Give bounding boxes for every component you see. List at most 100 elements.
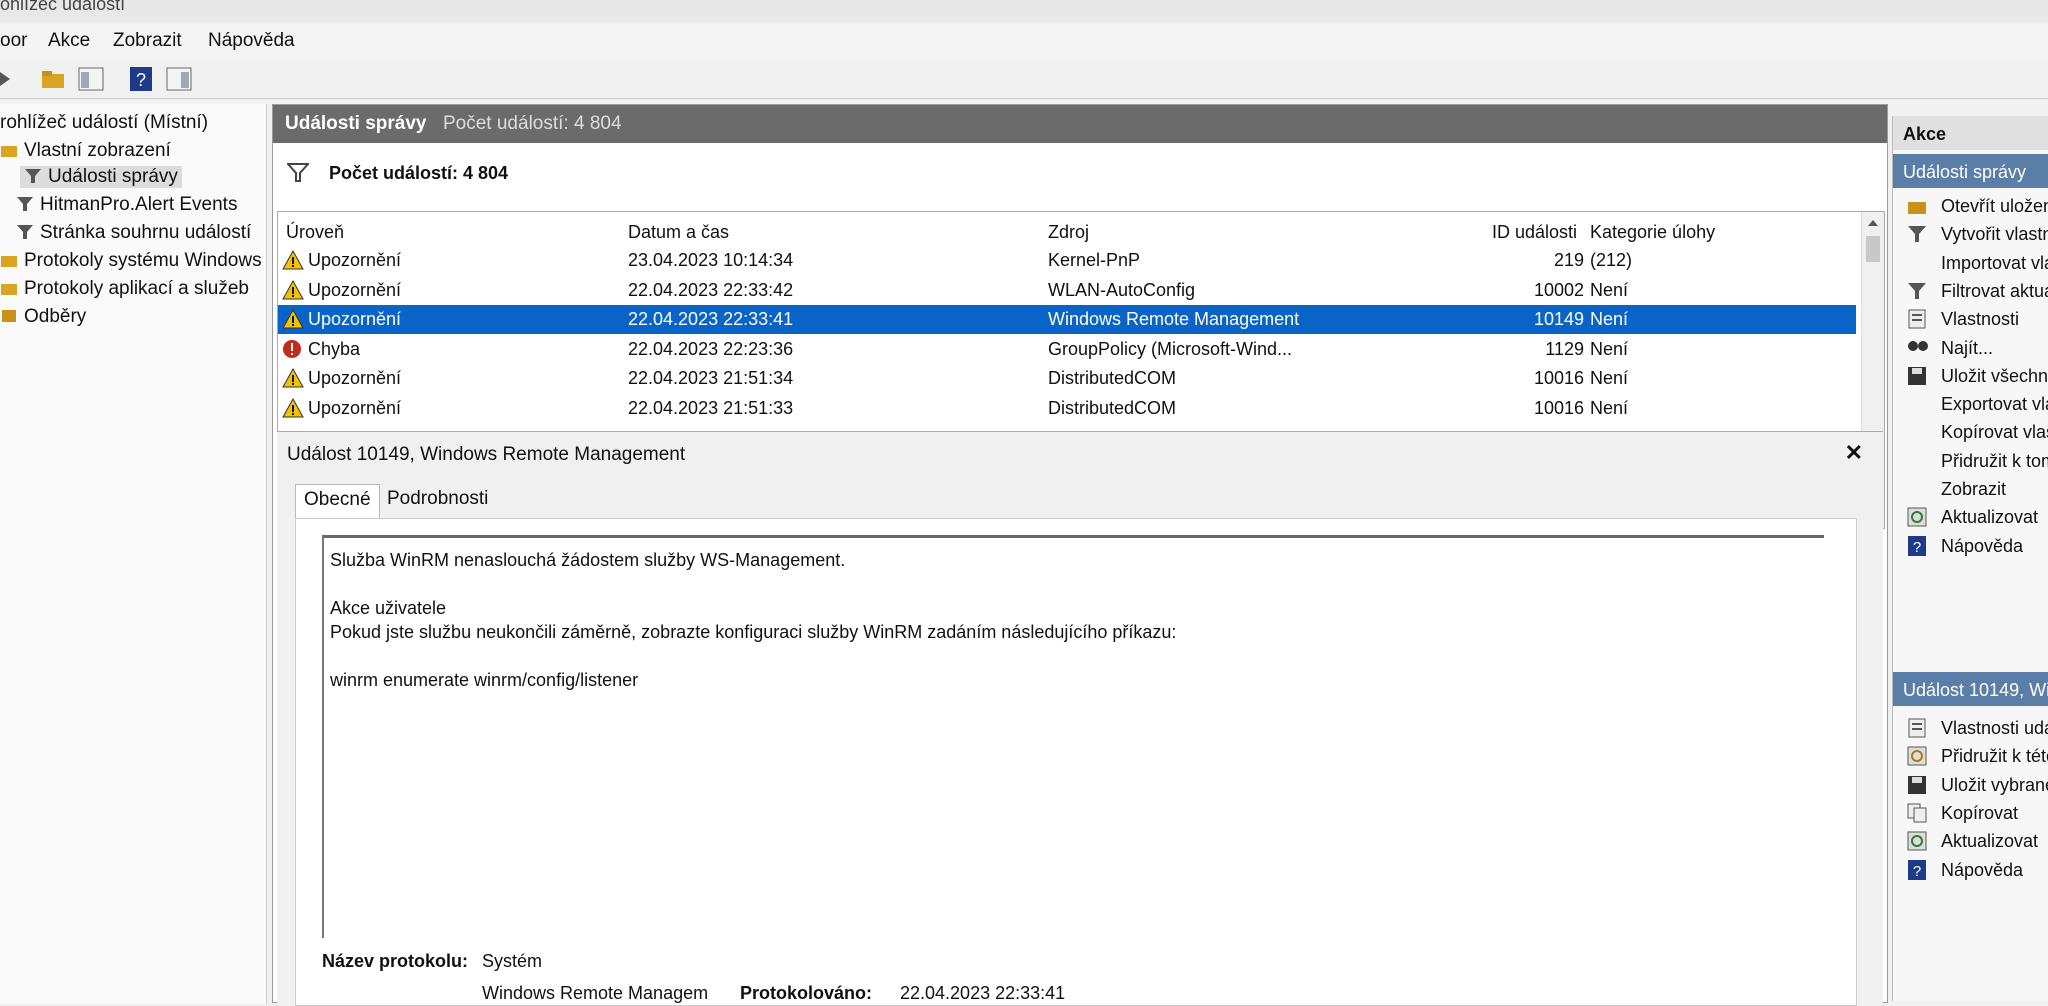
pane-header: Události správy Počet událostí: 4 804: [273, 105, 1887, 143]
tree-item-windows-logs[interactable]: Protokoly systému Windows: [0, 250, 262, 272]
cell-level: Upozornění: [308, 397, 402, 418]
menu-file[interactable]: oor: [0, 30, 27, 52]
cell-source: DistributedCOM: [1048, 368, 1177, 388]
action-item-label: Přidružit k této: [1941, 746, 2048, 767]
tree-item-subscriptions[interactable]: Odběry: [0, 306, 86, 328]
cell-event-id: 219: [1553, 250, 1584, 270]
message-line: winrm enumerate winrm/config/listener: [330, 670, 639, 690]
cell-level: Chyba: [308, 338, 361, 359]
svg-text:?: ?: [1913, 863, 1921, 880]
cell-task-category: Není: [1590, 397, 1629, 418]
open-folder-icon[interactable]: [40, 66, 66, 92]
general-tab-body: Služba WinRM nenaslouchá žádostem služby…: [295, 518, 1857, 1006]
menu-action[interactable]: Akce: [48, 30, 90, 52]
svg-text:?: ?: [1913, 539, 1921, 556]
action-item[interactable]: Importovat vla: [1893, 249, 2048, 279]
pane-event-count: Počet událostí: 4 804: [443, 113, 622, 134]
cell-datetime: 22.04.2023 22:33:42: [628, 279, 794, 300]
cell-event-id: 10016: [1533, 397, 1584, 418]
action-item[interactable]: Filtrovat aktuá: [1893, 277, 2048, 307]
action-item-label: Vlastnosti: [1941, 309, 2020, 330]
filter-icon: [16, 195, 34, 213]
action-item-label: Zobrazit: [1941, 479, 2007, 499]
table-row[interactable]: Upozornění 22.04.2023 22:33:41 Windows Rem…: [278, 305, 1856, 334]
cell-datetime: 22.04.2023 22:23:36: [628, 338, 794, 359]
log-name-value: Systém: [482, 951, 543, 971]
action-item[interactable]: Přidružit k této: [1893, 742, 2048, 772]
cell-datetime: 22.04.2023 22:33:41: [628, 309, 794, 329]
table-row[interactable]: Upozornění 23.04.2023 10:14:34 Kernel-PnP 2…: [278, 246, 1856, 275]
help-icon[interactable]: ?: [128, 66, 154, 92]
actions-section-admin-events[interactable]: Události správy: [1893, 154, 2048, 188]
action-item[interactable]: ? Nápověda: [1893, 532, 2048, 562]
action-item[interactable]: Kopírovat vlas: [1893, 418, 2048, 448]
table-row[interactable]: Chyba 22.04.2023 22:23:36 GroupPolicy (Mic…: [278, 335, 1856, 364]
cell-event-id: 10149: [1533, 309, 1584, 329]
action-pane-icon[interactable]: [166, 66, 192, 92]
tree-item-summary[interactable]: Stránka souhrnu událostí: [16, 222, 251, 244]
tree-item-custom-views[interactable]: Vlastní zobrazení: [0, 140, 171, 162]
properties-icon: [1907, 309, 1927, 329]
cell-event-id: 10002: [1533, 279, 1584, 300]
action-item-label: Importovat vla: [1941, 252, 2048, 273]
toolbar: ?: [0, 60, 2048, 99]
action-item[interactable]: Uložit všechny: [1893, 362, 2048, 392]
action-item[interactable]: Zobrazit: [1893, 475, 2048, 505]
copy-icon: [1907, 803, 1927, 823]
action-item-label: Otevřít uložen: [1941, 196, 2048, 216]
action-item[interactable]: Najít...: [1893, 334, 2048, 364]
actions-section-event[interactable]: Událost 10149, Wind: [1893, 672, 2048, 706]
action-item[interactable]: Exportovat vla: [1893, 390, 2048, 420]
console-tree-icon[interactable]: [78, 66, 104, 92]
tree-root[interactable]: rohlížeč událostí (Místní): [0, 112, 208, 134]
folder-icon: [0, 251, 18, 269]
tree-item-admin-events[interactable]: Události správy: [20, 166, 182, 188]
cell-task-category: (212): [1590, 250, 1633, 270]
open-icon: [1907, 196, 1927, 216]
action-item[interactable]: Vlastnosti: [1893, 305, 2048, 335]
cell-event-id: 10016: [1533, 368, 1584, 388]
menu-view[interactable]: Zobrazit: [113, 30, 182, 52]
filter-count: Počet událostí: 4 804: [329, 163, 509, 183]
action-item[interactable]: Uložit vybrané: [1893, 771, 2048, 801]
subscription-icon: [0, 307, 18, 325]
col-datetime[interactable]: Datum a čas: [628, 222, 729, 243]
detail-tabs: Obecné Podrobnosti: [295, 478, 1855, 525]
cell-level: Upozornění: [308, 279, 402, 300]
menu-help[interactable]: Nápověda: [208, 30, 295, 52]
warning-icon: [282, 397, 304, 423]
svg-text:?: ?: [136, 70, 146, 90]
action-item-label: Přidružit k tom: [1941, 450, 2048, 471]
help-icon: ?: [1907, 535, 1927, 556]
table-row[interactable]: Upozornění 22.04.2023 21:51:34 Distributed…: [278, 364, 1856, 393]
properties-icon: [1907, 718, 1927, 738]
tree-item-hitmanpro[interactable]: HitmanPro.Alert Events: [16, 194, 237, 216]
action-item[interactable]: Kopírovat: [1893, 799, 2048, 829]
col-task-category[interactable]: Kategorie úlohy: [1590, 222, 1715, 243]
cell-level: Upozornění: [308, 309, 402, 329]
tree-item-app-logs[interactable]: Protokoly aplikací a služeb: [0, 278, 249, 300]
action-item[interactable]: Přidružit k tom: [1893, 447, 2048, 477]
col-level[interactable]: Úroveň: [286, 222, 344, 243]
table-row[interactable]: Upozornění 22.04.2023 21:51:33 Distributed…: [278, 394, 1856, 423]
action-item[interactable]: Otevřít uložen: [1893, 192, 2048, 222]
action-item[interactable]: Vlastnosti udál: [1893, 714, 2048, 744]
warning-icon: [282, 367, 304, 393]
action-item[interactable]: Vytvořit vlastn: [1893, 220, 2048, 250]
action-item[interactable]: ? Nápověda: [1893, 856, 2048, 886]
message-line: Pokud jste službu neukončili záměrně, zo…: [330, 622, 1177, 642]
center-pane: Události správy Počet událostí: 4 804 Po…: [272, 104, 1888, 1006]
col-source[interactable]: Zdroj: [1048, 222, 1089, 243]
menu-bar: oor Akce Zobrazit Nápověda: [0, 24, 2048, 60]
col-event-id[interactable]: ID události: [1492, 222, 1577, 243]
event-message[interactable]: Služba WinRM nenaslouchá žádostem služby…: [322, 535, 1824, 938]
action-item[interactable]: Aktualizovat: [1893, 827, 2048, 857]
error-icon: [282, 339, 302, 364]
table-row[interactable]: Upozornění 22.04.2023 22:33:42 WLAN-AutoCo…: [278, 276, 1856, 305]
filter-bar: Počet událostí: 4 804: [277, 151, 1881, 197]
action-item[interactable]: Aktualizovat: [1893, 503, 2048, 533]
filter-icon: [1907, 281, 1927, 301]
close-icon[interactable]: ✕: [1845, 440, 1863, 466]
action-item-label: Aktualizovat: [1941, 831, 2039, 852]
forward-arrow-icon[interactable]: [0, 66, 26, 92]
